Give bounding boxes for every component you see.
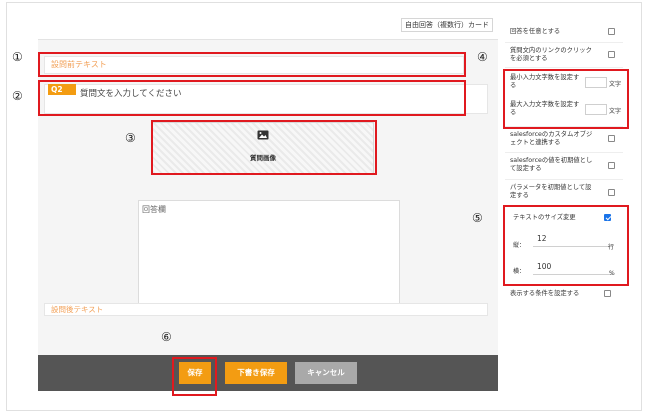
annotation-box-4 — [503, 69, 629, 129]
annotation-number-2: ② — [12, 89, 23, 103]
display-condition-checkbox[interactable] — [604, 290, 611, 297]
post-question-text-input[interactable]: 設問後テキスト — [44, 303, 488, 316]
answer-field[interactable] — [138, 200, 400, 304]
draft-save-button[interactable]: 下書き保存 — [225, 362, 287, 384]
link-click-required-checkbox[interactable] — [608, 51, 615, 58]
answer-field-label: 回答欄 — [142, 205, 166, 214]
divider — [505, 42, 623, 43]
annotation-box-3 — [151, 120, 377, 175]
optional-answer-checkbox[interactable] — [608, 28, 615, 35]
divider — [505, 179, 623, 180]
annotation-box-1 — [38, 52, 466, 77]
annotation-box-5 — [503, 205, 629, 286]
question-type-label[interactable]: 自由回答（複数行）カード — [401, 18, 493, 32]
salesforce-initial-label: salesforceの値を初期値として設定する — [510, 157, 593, 172]
cancel-button[interactable]: キャンセル — [295, 362, 357, 384]
annotation-box-2 — [38, 80, 466, 116]
salesforce-link-checkbox[interactable] — [608, 135, 615, 142]
display-condition-label: 表示する条件を設定する — [510, 290, 580, 297]
link-click-required-label: 質問文内のリンクのクリックを必須とする — [510, 47, 592, 62]
annotation-number-6: ⑥ — [161, 330, 172, 344]
divider — [505, 152, 623, 153]
annotation-box-6 — [172, 357, 217, 396]
divider — [505, 67, 623, 68]
salesforce-initial-checkbox[interactable] — [608, 162, 615, 169]
annotation-number-4: ④ — [477, 50, 488, 64]
optional-answer-label: 回答を任意とする — [510, 28, 561, 35]
param-initial-checkbox[interactable] — [608, 189, 615, 196]
salesforce-link-label: salesforceのカスタムオブジェクトと連携する — [510, 131, 593, 146]
param-initial-label: パラメータを初期値として設定する — [510, 184, 592, 199]
annotation-number-5: ⑤ — [472, 211, 483, 225]
annotation-number-1: ① — [12, 50, 23, 64]
annotation-number-3: ③ — [125, 131, 136, 145]
